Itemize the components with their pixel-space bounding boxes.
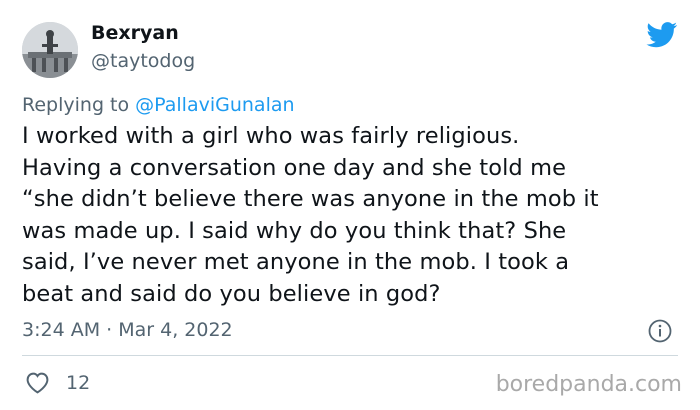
avatar-image [22, 22, 78, 78]
watermark: boredpanda.com [495, 372, 682, 397]
avatar[interactable] [22, 22, 78, 78]
heart-icon[interactable] [25, 371, 50, 394]
user-handle[interactable]: @taytodog [91, 50, 195, 72]
divider [22, 355, 678, 356]
twitter-bird-icon[interactable] [646, 22, 678, 48]
tweet-text: I worked with a girl who was fairly reli… [22, 123, 599, 307]
reply-mention-link[interactable]: @PallaviGunalan [135, 94, 294, 116]
tweet-card: Bexryan @taytodog Replying to @PallaviGu… [0, 0, 700, 410]
like-count[interactable]: 12 [66, 372, 90, 394]
replying-prefix: Replying to [22, 94, 136, 116]
replying-to: Replying to @PallaviGunalan [22, 94, 295, 116]
info-icon[interactable] [648, 319, 672, 343]
display-name[interactable]: Bexryan [91, 22, 179, 44]
tweet-timestamp[interactable]: 3:24 AM · Mar 4, 2022 [22, 319, 233, 341]
